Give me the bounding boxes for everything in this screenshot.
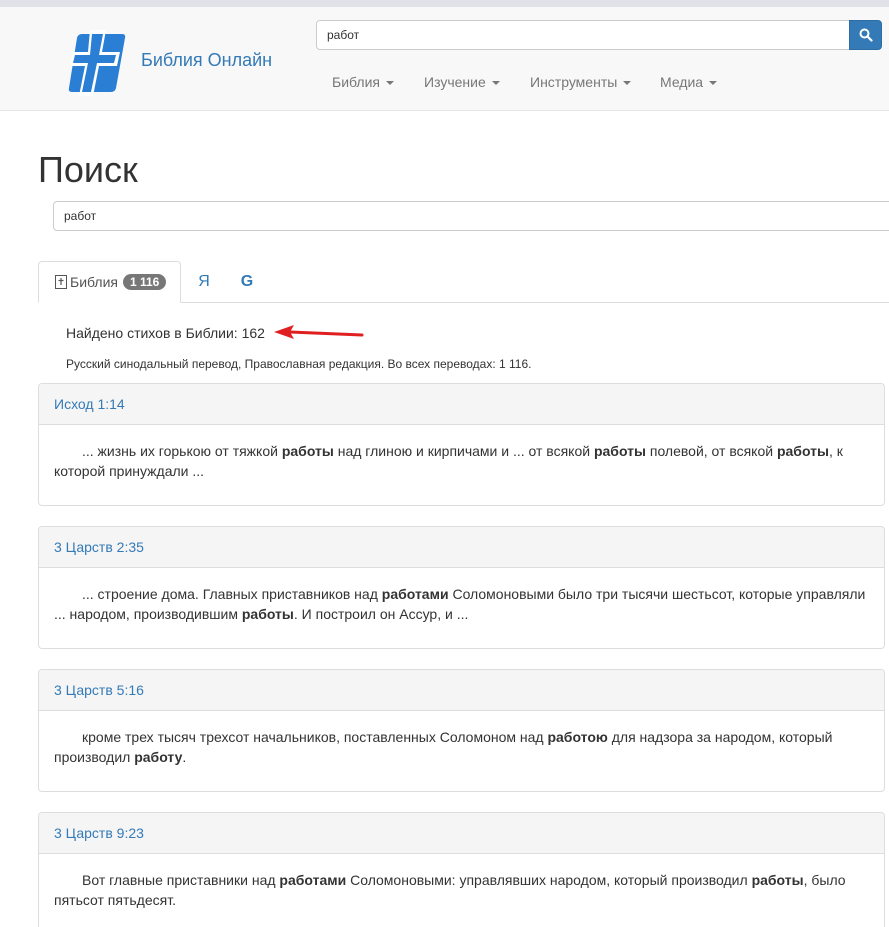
caret-down-icon xyxy=(491,81,500,86)
highlighted-match: работою xyxy=(547,729,608,745)
bible-book-icon xyxy=(55,275,67,289)
tab-bible-count-badge: 1 116 xyxy=(122,274,167,290)
result-text: кроме трех тысяч трехсот начальников, по… xyxy=(54,729,833,765)
menu-media[interactable]: Медиа xyxy=(660,74,718,90)
result-reference-link[interactable]: Исход 1:14 xyxy=(39,384,884,425)
highlighted-match: работу xyxy=(134,749,183,765)
menu-study-label: Изучение xyxy=(424,74,486,90)
result-reference-link[interactable]: 3 Царств 5:16 xyxy=(39,670,884,711)
menu-media-label: Медиа xyxy=(660,74,704,90)
top-accent-line xyxy=(0,0,889,7)
found-count-text: Найдено стихов в Библии: 162 xyxy=(66,325,265,341)
highlighted-match: работы xyxy=(593,443,646,459)
highlighted-match: работами xyxy=(381,586,449,602)
result-panel: 3 Царств 5:16 кроме трех тысяч трехсот н… xyxy=(38,669,885,792)
caret-down-icon xyxy=(709,81,718,86)
main-search-input[interactable] xyxy=(53,201,889,231)
highlighted-match: работы xyxy=(241,606,294,622)
page-title: Поиск xyxy=(38,149,138,190)
result-text: ... строение дома. Главных приставников … xyxy=(54,586,866,622)
highlighted-match: работы xyxy=(281,443,334,459)
result-text: Вот главные приставники над работами Сол… xyxy=(54,872,846,908)
brand-name[interactable]: Библия Онлайн xyxy=(141,50,272,71)
header-search-button[interactable] xyxy=(849,20,882,50)
search-icon xyxy=(859,28,873,42)
result-reference-link[interactable]: 3 Царств 9:23 xyxy=(39,813,884,854)
menu-bible[interactable]: Библия xyxy=(332,74,394,90)
tab-bible[interactable]: Библия 1 116 xyxy=(38,261,181,303)
menu-bible-label: Библия xyxy=(332,74,380,90)
result-reference-link[interactable]: 3 Царств 2:35 xyxy=(39,527,884,568)
red-arrow-annotation xyxy=(274,325,364,339)
caret-down-icon xyxy=(623,81,632,86)
result-panel: Исход 1:14 ... жизнь их горькою от тяжко… xyxy=(38,383,885,506)
bible-logo-icon[interactable] xyxy=(64,26,128,96)
translation-note: Русский синодальный перевод, Православна… xyxy=(66,357,532,371)
highlighted-match: работами xyxy=(279,872,347,888)
result-panel: 3 Царств 9:23 Вот главные приставники на… xyxy=(38,812,885,927)
header-search-input[interactable] xyxy=(316,20,850,50)
menu-tools-label: Инструменты xyxy=(530,74,618,90)
result-text: ... жизнь их горькою от тяжкой работы на… xyxy=(54,443,843,479)
tab-google[interactable]: G xyxy=(234,271,260,293)
navbar: Библия Онлайн Библия Изучение Инструмент… xyxy=(0,7,889,111)
menu-tools[interactable]: Инструменты xyxy=(530,74,632,90)
highlighted-match: работы xyxy=(751,872,804,888)
highlighted-match: работы xyxy=(776,443,829,459)
caret-down-icon xyxy=(385,81,394,86)
result-panel: 3 Царств 2:35 ... строение дома. Главных… xyxy=(38,526,885,649)
tab-yandex[interactable]: Я xyxy=(191,271,217,293)
header-search xyxy=(316,20,882,50)
menu-study[interactable]: Изучение xyxy=(424,74,500,90)
tab-bible-label: Библия xyxy=(70,274,118,290)
